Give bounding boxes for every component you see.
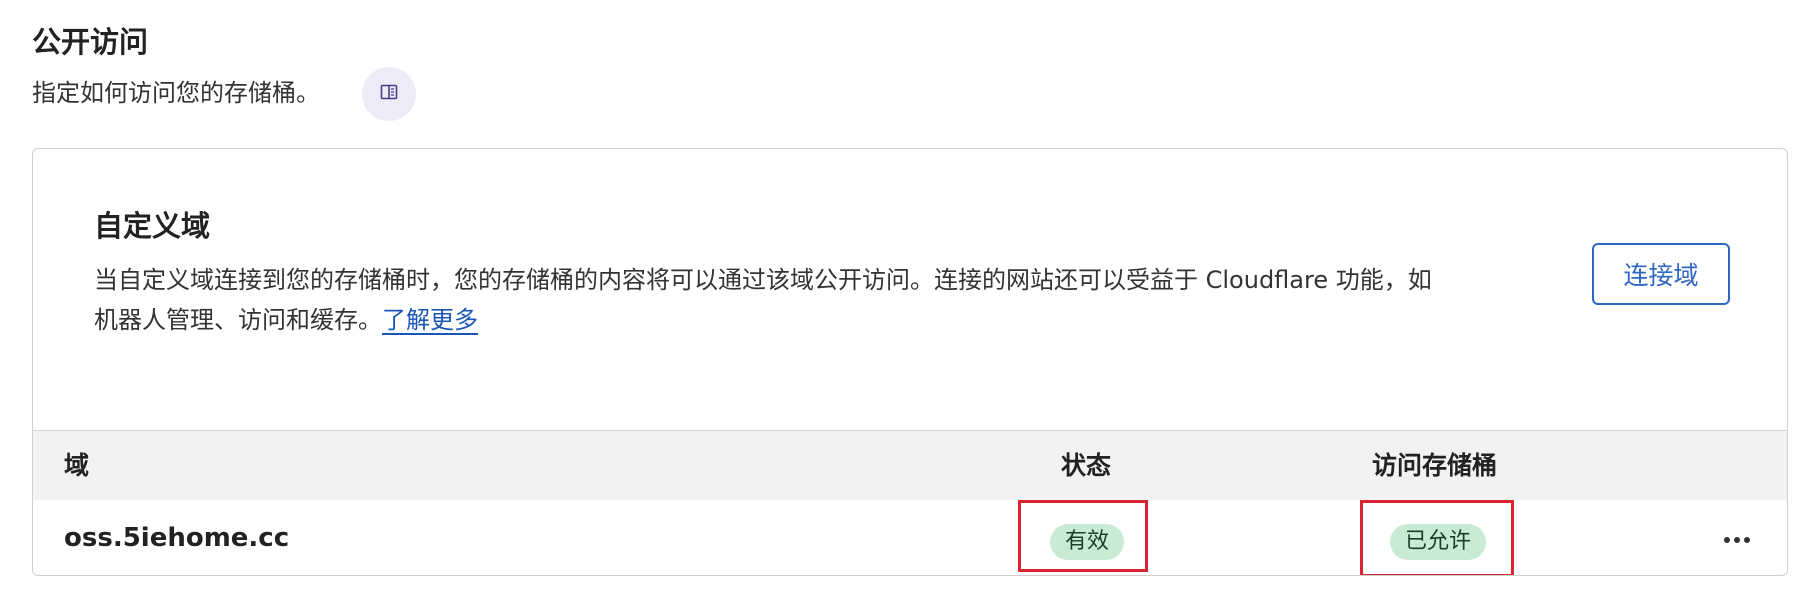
custom-domain-description-line1: 当自定义域连接到您的存储桶时，您的存储桶的内容将可以通过该域公开访问。连接的网站… [94,266,1432,294]
column-header-access: 访问存储桶 [1372,451,1498,480]
table-row: oss.5iehome.cc 有效 已允许 [33,500,1787,575]
learn-more-link[interactable]: 了解更多 [382,306,478,334]
status-highlight-box [1018,500,1148,572]
domain-table-header: 域 状态 访问存储桶 [33,430,1787,500]
public-access-description: 指定如何访问您的存储桶。 [32,79,320,107]
domain-name: oss.5iehome.cc [64,523,290,553]
row-more-options-button[interactable] [1717,520,1757,556]
custom-domain-title: 自定义域 [94,209,211,243]
column-header-domain: 域 [64,451,90,480]
custom-domain-description: 当自定义域连接到您的存储桶时，您的存储桶的内容将可以通过该域公开访问。连接的网站… [94,260,1554,340]
custom-domain-description-line2: 机器人管理、访问和缓存。 [94,306,382,334]
documentation-button[interactable] [362,67,416,121]
column-header-status: 状态 [1061,451,1112,480]
access-highlight-box [1360,500,1514,575]
r2-bucket-settings-page: 公开访问 指定如何访问您的存储桶。 自定义域 当自定义域连接到您的存储桶时，您的… [0,0,1814,603]
book-icon [379,82,399,106]
custom-domain-card: 自定义域 当自定义域连接到您的存储桶时，您的存储桶的内容将可以通过该域公开访问。… [32,148,1788,576]
connect-domain-button[interactable]: 连接域 [1592,243,1730,305]
public-access-title: 公开访问 [32,25,149,59]
more-options-icon [1723,529,1751,548]
